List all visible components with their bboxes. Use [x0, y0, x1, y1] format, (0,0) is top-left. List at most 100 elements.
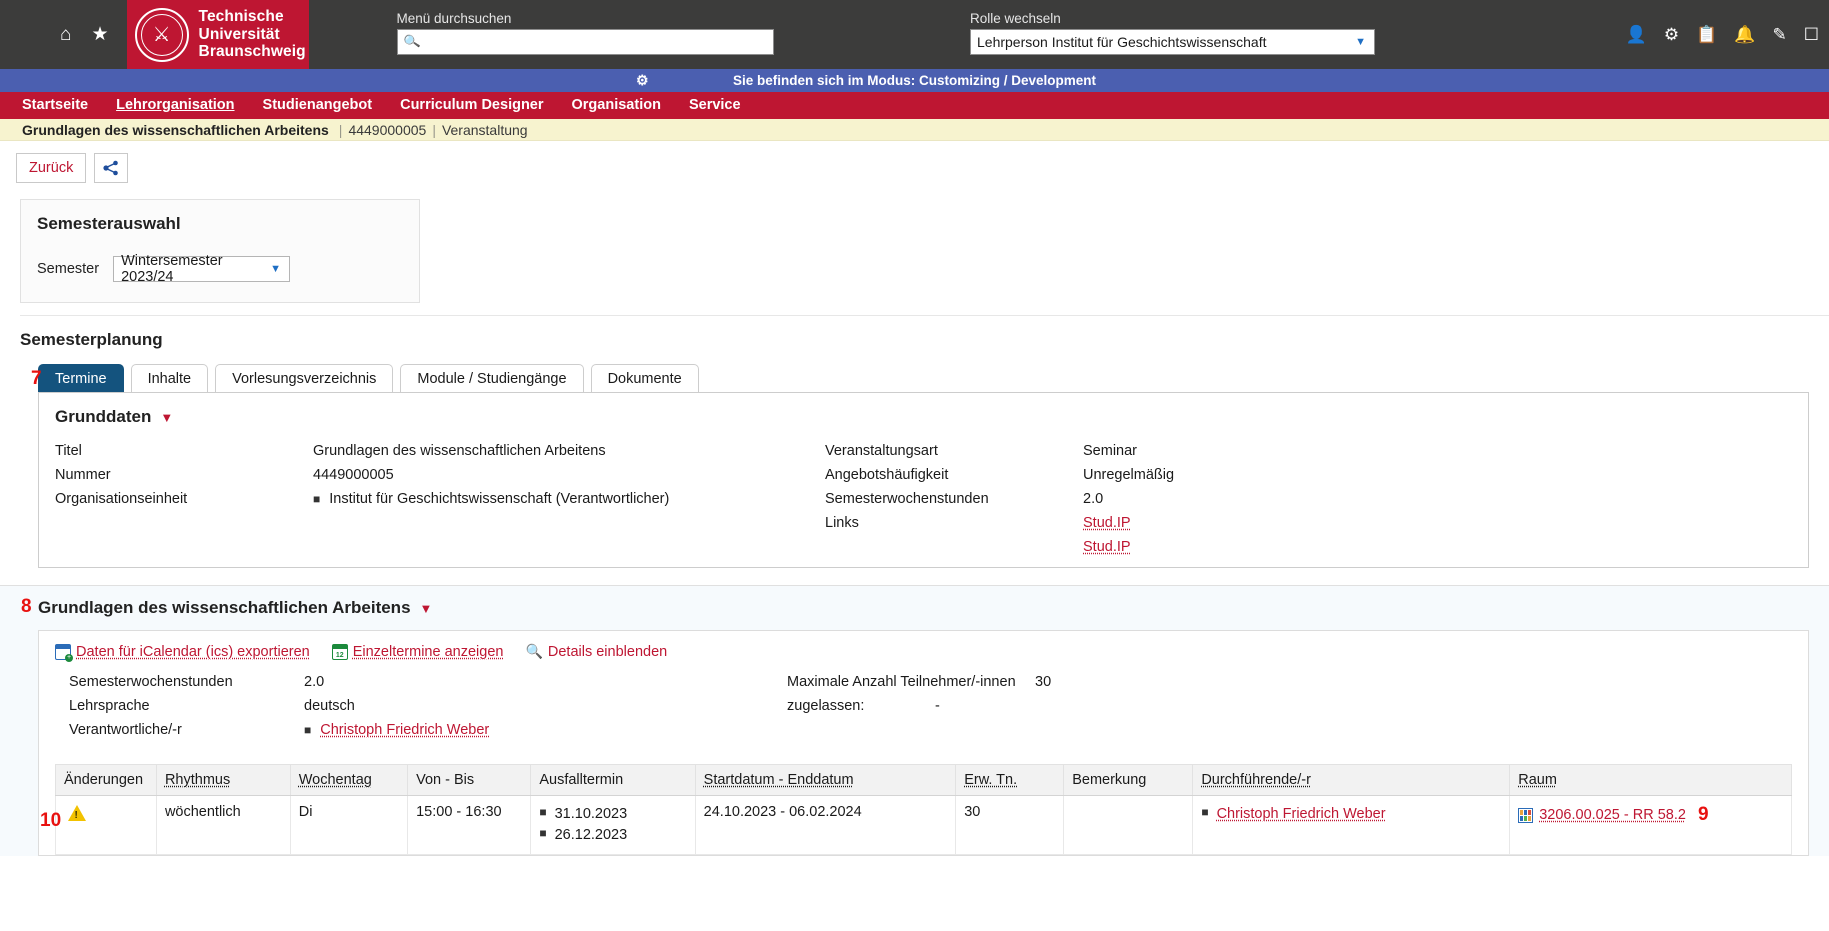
bullet-square-icon: ■ — [304, 723, 312, 737]
tab-termine[interactable]: Termine — [38, 364, 124, 393]
home-icon[interactable]: ⌂ — [60, 24, 71, 46]
grunddaten-value-organisationseinheit: Institut für Geschichtswissenschaft (Ver… — [329, 491, 670, 507]
pencil-icon[interactable]: ✎ — [1773, 25, 1787, 45]
calendar-days-icon: 12 — [331, 643, 348, 660]
export-icalendar-label[interactable]: Daten für iCalendar (ics) exportieren — [76, 644, 310, 660]
share-button[interactable] — [94, 153, 129, 183]
breadcrumb-type: Veranstaltung — [441, 121, 528, 138]
menu-search-label: Menü durchsuchen — [396, 11, 512, 26]
cell-aenderungen: 10 — [40, 794, 157, 856]
chevron-down-icon[interactable]: ▼ — [420, 601, 433, 616]
role-select-value: Lehrperson Institut für Geschichtswissen… — [977, 34, 1267, 50]
nav-item-service[interactable]: Service — [675, 92, 755, 119]
grunddaten-right-column: Veranstaltungsart Seminar Angebotshäufig… — [825, 441, 1525, 557]
cell-wochentag: Di — [289, 794, 409, 856]
detail-value-zugelassen: - — [935, 698, 940, 714]
export-icalendar-action[interactable]: + Daten für iCalendar (ics) exportieren — [55, 643, 310, 662]
back-button[interactable]: Zurück — [16, 153, 87, 183]
link-studip-1[interactable]: Stud.IP — [1083, 515, 1131, 531]
detail-row-zugelassen: zugelassen: - — [787, 698, 1051, 722]
col-ausfalltermin: Ausfalltermin — [530, 764, 696, 796]
durchfuehrende-link[interactable]: Christoph Friedrich Weber — [1217, 804, 1386, 825]
col-durchfuehrende[interactable]: Durchführende/-r — [1192, 764, 1511, 796]
col-wochentag[interactable]: Wochentag — [289, 764, 409, 796]
calendar-export-icon: + — [55, 643, 73, 662]
nav-item-organisation[interactable]: Organisation — [558, 92, 675, 119]
grunddaten-value-veranstaltungsart: Seminar — [1083, 443, 1137, 459]
nav-item-studienangebot[interactable]: Studienangebot — [249, 92, 387, 119]
detail-row-max-teilnehmer: Maximale Anzahl Teilnehmer/-innen 30 — [787, 674, 1051, 698]
semesterplanung-title: Semesterplanung — [20, 330, 163, 349]
col-label-raum[interactable]: Raum — [1518, 772, 1557, 788]
show-single-dates-action[interactable]: 12 Einzeltermine anzeigen — [331, 643, 504, 660]
col-label-startdatum-enddatum[interactable]: Startdatum - Enddatum — [704, 772, 854, 788]
semester-select[interactable]: Wintersemester 2023/24 ▼ — [113, 253, 291, 285]
role-select[interactable]: Lehrperson Institut für Geschichtswissen… — [970, 29, 1375, 55]
termin-toolbar: + Daten für iCalendar (ics) exportieren … — [55, 643, 1808, 668]
col-rhythmus[interactable]: Rhythmus — [155, 764, 291, 796]
bullet-square-icon: ■ — [539, 805, 547, 819]
user-icon[interactable]: 👤 — [1626, 25, 1647, 45]
chevron-down-icon[interactable]: ▼ — [160, 410, 173, 425]
gear-icon[interactable]: ⚙ — [1664, 25, 1679, 45]
grunddaten-header[interactable]: Grunddaten ▼ — [55, 407, 1808, 427]
grunddaten-row-semesterwochenstunden: Semesterwochenstunden 2.0 — [825, 489, 1525, 513]
detail-value-max-teilnehmer: 30 — [1035, 674, 1052, 690]
role-switch-label: Rolle wechseln — [970, 11, 1061, 26]
termin-section-header[interactable]: 8 Grundlagen des wissenschaftlichen Arbe… — [20, 596, 1829, 618]
search-input[interactable]: 🔍 — [396, 29, 774, 55]
ausfalltermin-list: ■ 31.10.2023 ■ 26.12.2023 — [539, 804, 686, 846]
nav-item-lehrorganisation[interactable]: Lehrorganisation — [102, 92, 248, 119]
clipboard-icon[interactable]: 📋 — [1696, 25, 1717, 45]
col-label-ausfalltermin: Ausfalltermin — [539, 772, 624, 788]
room-link[interactable]: 3206.00.025 - RR 58.2 — [1539, 807, 1686, 823]
warning-icon[interactable] — [68, 805, 86, 821]
col-label-rhythmus[interactable]: Rhythmus — [165, 772, 230, 788]
semester-field-row: Semester Wintersemester 2023/24 ▼ — [37, 253, 419, 285]
detail-row-verantwortliche: Verantwortliche/-r ■ Christoph Friedrich… — [69, 722, 787, 746]
col-label-wochentag[interactable]: Wochentag — [299, 772, 372, 788]
grunddaten-title: Grunddaten — [55, 407, 152, 426]
ausfalltermin-2: 26.12.2023 — [554, 827, 628, 844]
termin-detail-right: Maximale Anzahl Teilnehmer/-innen 30 zug… — [787, 674, 1051, 746]
room-icon — [1518, 807, 1534, 823]
nav-item-startseite[interactable]: Startseite — [8, 92, 102, 119]
col-aenderungen: Änderungen — [55, 764, 157, 796]
tab-dokumente[interactable]: Dokumente — [590, 364, 699, 393]
col-startdatum-enddatum[interactable]: Startdatum - Enddatum — [694, 764, 957, 796]
show-details-action[interactable]: 🔍 Details einblenden — [525, 643, 667, 660]
link-studip-2[interactable]: Stud.IP — [1083, 539, 1131, 555]
chevron-down-icon: ▼ — [1355, 36, 1366, 48]
bell-icon[interactable]: 🔔 — [1734, 25, 1755, 45]
detail-value-swst: 2.0 — [304, 674, 325, 690]
grunddaten-row-organisationseinheit: Organisationseinheit ■ Institut für Gesc… — [55, 489, 825, 513]
col-label-durchfuehrende[interactable]: Durchführende/-r — [1201, 772, 1311, 788]
tab-module-studiengaenge[interactable]: Module / Studiengänge — [400, 364, 584, 393]
semester-select-value: Wintersemester 2023/24 — [121, 253, 223, 285]
detail-value-verantwortliche[interactable]: Christoph Friedrich Weber — [320, 722, 489, 738]
logo-line-3: Braunschweig — [198, 43, 306, 61]
nav-item-curriculum-designer[interactable]: Curriculum Designer — [386, 92, 557, 119]
detail-key-max-teilnehmer: Maximale Anzahl Teilnehmer/-innen — [787, 674, 1016, 690]
logo-line-1: Technische — [198, 8, 284, 26]
col-label-erw-tn[interactable]: Erw. Tn. — [964, 772, 1017, 788]
detail-value-verantwortliche-wrap: ■ Christoph Friedrich Weber — [304, 722, 489, 746]
grunddaten-key-semesterwochenstunden: Semesterwochenstunden — [825, 491, 989, 507]
show-single-dates-label[interactable]: Einzeltermine anzeigen — [353, 644, 504, 660]
list-item: ■ 26.12.2023 — [539, 825, 686, 846]
mode-gear-icon[interactable]: ⚙ — [636, 72, 649, 89]
bullet-square-icon: ■ — [313, 492, 321, 506]
col-label-bemerkung: Bemerkung — [1072, 772, 1147, 788]
list-item: ■ Christoph Friedrich Weber — [1201, 804, 1501, 825]
tab-vorlesungsverzeichnis[interactable]: Vorlesungsverzeichnis — [215, 364, 394, 393]
detail-row-lehrsprache: Lehrsprache deutsch — [69, 698, 787, 722]
tab-inhalte[interactable]: Inhalte — [130, 364, 209, 393]
star-icon[interactable]: ★ — [91, 23, 108, 46]
breadcrumb-title: Grundlagen des wissenschaftlichen Arbeit… — [22, 121, 329, 138]
main-navigation: Startseite Lehrorganisation Studienangeb… — [0, 92, 1829, 119]
col-erw-tn[interactable]: Erw. Tn. — [955, 764, 1065, 796]
col-raum[interactable]: Raum — [1509, 764, 1792, 796]
menu-icon[interactable] — [18, 30, 40, 40]
grunddaten-key-titel: Titel — [55, 443, 82, 459]
window-icon[interactable]: ☐ — [1804, 25, 1819, 45]
